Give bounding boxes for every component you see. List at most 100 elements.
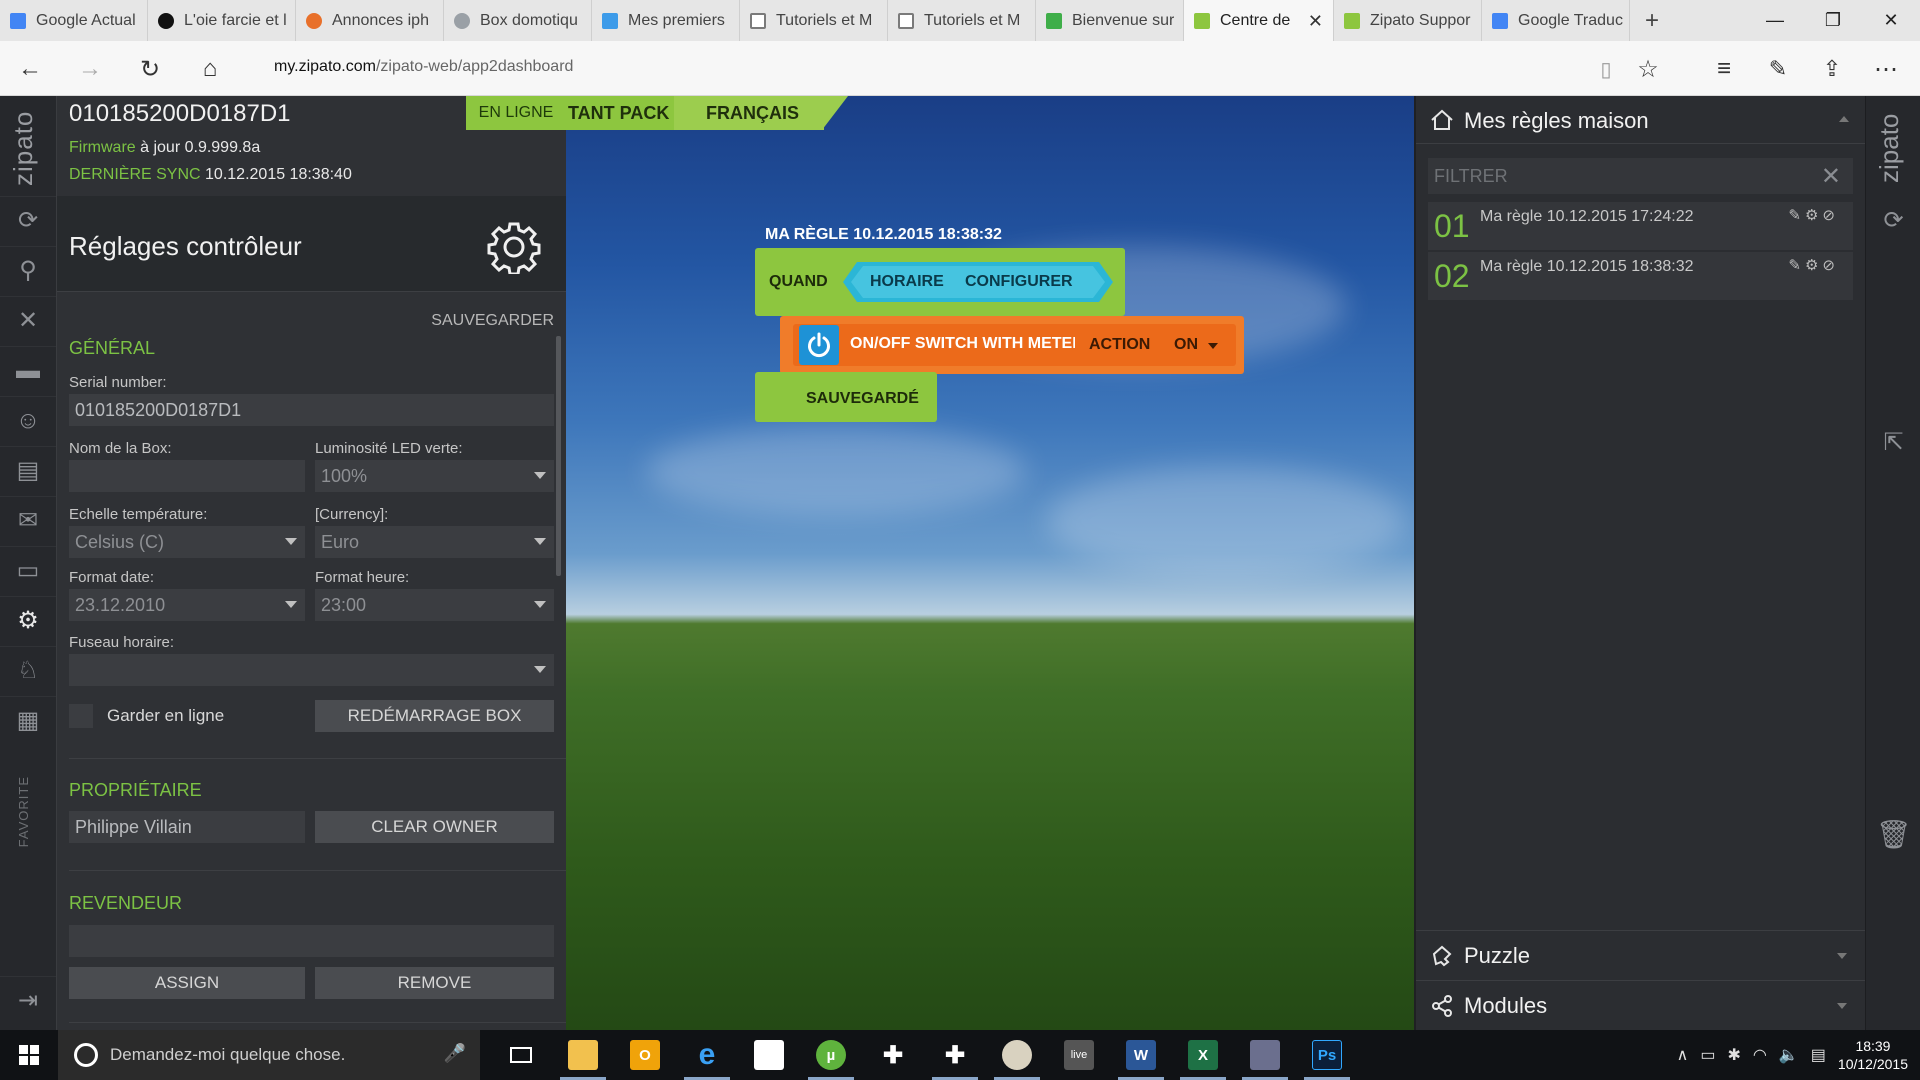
- browser-tab[interactable]: Mes premiers: [592, 0, 740, 41]
- live-icon[interactable]: live: [1048, 1030, 1110, 1080]
- logout-icon[interactable]: ⇥: [0, 976, 56, 1024]
- action-state-select[interactable]: ON: [1174, 336, 1198, 354]
- timezone-select[interactable]: [69, 654, 554, 686]
- led-brightness-select[interactable]: 100%: [315, 460, 554, 492]
- app-icon[interactable]: [1234, 1030, 1296, 1080]
- reading-view-icon[interactable]: ▯: [1588, 51, 1624, 87]
- browser-tab[interactable]: Annonces iph: [296, 0, 444, 41]
- file-explorer-icon[interactable]: [552, 1030, 614, 1080]
- back-icon[interactable]: ←: [12, 51, 48, 87]
- browser-tab[interactable]: Google Actual: [0, 0, 148, 41]
- photoshop-icon[interactable]: Ps: [1296, 1030, 1358, 1080]
- reboot-box-button[interactable]: REDÉMARRAGE BOX: [315, 700, 554, 732]
- battery-icon[interactable]: ▭: [1700, 1045, 1715, 1065]
- clear-owner-button[interactable]: CLEAR OWNER: [315, 811, 554, 843]
- paint-icon[interactable]: [986, 1030, 1048, 1080]
- modules-section[interactable]: Modules: [1416, 980, 1867, 1030]
- clock[interactable]: 18:39 10/12/2015: [1838, 1037, 1908, 1073]
- close-tab-icon[interactable]: ✕: [1308, 11, 1323, 32]
- edit-icon[interactable]: ✎: [1788, 207, 1805, 224]
- notifications-icon[interactable]: ▤: [1811, 1045, 1826, 1065]
- owner-name-field[interactable]: Philippe Villain: [69, 811, 305, 843]
- panel-scrollbar[interactable]: [556, 336, 561, 576]
- date-format-select[interactable]: 23.12.2010: [69, 589, 305, 621]
- store-icon[interactable]: [738, 1030, 800, 1080]
- calendar-icon[interactable]: ▦: [0, 696, 56, 744]
- folder-icon[interactable]: ▭: [0, 546, 56, 594]
- new-tab-button[interactable]: +: [1630, 0, 1674, 41]
- rule-editor-canvas[interactable]: TANT PACK FRANÇAIS MA RÈGLE 10.12.2015 1…: [566, 96, 1414, 1030]
- refresh-icon[interactable]: ↻: [132, 51, 168, 87]
- trash-icon[interactable]: 🗑: [1866, 810, 1920, 858]
- utorrent-icon[interactable]: µ: [800, 1030, 862, 1080]
- configure-label[interactable]: CONFIGURER: [965, 273, 1073, 291]
- browser-tab[interactable]: L'oie farcie et l: [148, 0, 296, 41]
- sync-icon[interactable]: ⟳: [1866, 196, 1920, 244]
- time-format-select[interactable]: 23:00: [315, 589, 554, 621]
- outlook-icon[interactable]: O: [614, 1030, 676, 1080]
- collapse-icon[interactable]: [1839, 116, 1849, 122]
- start-button[interactable]: [0, 1030, 58, 1080]
- app-plus-icon[interactable]: ✚: [924, 1030, 986, 1080]
- tab-language[interactable]: FRANÇAIS: [674, 96, 824, 130]
- cortana-search[interactable]: Demandez-moi quelque chose. 🎤: [58, 1030, 480, 1080]
- settings-icon[interactable]: ⚙: [0, 596, 56, 644]
- settings-icon[interactable]: ⚙: [1805, 257, 1822, 274]
- reseller-field[interactable]: [69, 925, 554, 957]
- tab-pack[interactable]: TANT PACK: [566, 96, 674, 130]
- keep-online-checkbox[interactable]: [69, 704, 93, 728]
- browser-tab[interactable]: Tutoriels et M: [888, 0, 1036, 41]
- share-icon[interactable]: ⇪: [1814, 51, 1850, 87]
- rules-panel-header[interactable]: Mes règles maison: [1416, 96, 1867, 144]
- browser-tab[interactable]: Tutoriels et M: [740, 0, 888, 41]
- close-window-icon[interactable]: ✕: [1862, 0, 1920, 41]
- browser-tab-active[interactable]: Centre de ✕: [1184, 0, 1334, 41]
- app-plus-icon[interactable]: ✚: [862, 1030, 924, 1080]
- settings-icon[interactable]: ⚙: [1805, 207, 1822, 224]
- search-icon[interactable]: ⚲: [0, 246, 56, 294]
- disable-icon[interactable]: ⊘: [1822, 257, 1839, 274]
- favorite-star-icon[interactable]: ☆: [1630, 51, 1666, 87]
- forward-icon[interactable]: →: [72, 51, 108, 87]
- tools-icon[interactable]: ✕: [0, 296, 56, 344]
- maximize-icon[interactable]: ❐: [1804, 0, 1862, 41]
- minimize-icon[interactable]: —: [1746, 0, 1804, 41]
- favorite-label[interactable]: FAVORITE: [16, 776, 31, 847]
- show-hidden-icons[interactable]: ∧: [1677, 1045, 1689, 1065]
- edge-icon[interactable]: e: [676, 1030, 738, 1080]
- sync-icon[interactable]: ⟳: [0, 196, 56, 244]
- web-note-icon[interactable]: ✎: [1760, 51, 1796, 87]
- browser-tab[interactable]: Zipato Suppor: [1334, 0, 1482, 41]
- temperature-scale-select[interactable]: Celsius (C): [69, 526, 305, 558]
- microphone-icon[interactable]: 🎤: [444, 1043, 466, 1064]
- home-icon[interactable]: ⌂: [192, 51, 228, 87]
- word-icon[interactable]: W: [1110, 1030, 1172, 1080]
- browser-tab[interactable]: Bienvenue sur: [1036, 0, 1184, 41]
- schedule-label[interactable]: HORAIRE: [870, 273, 944, 291]
- puzzle-section[interactable]: Puzzle: [1416, 930, 1867, 980]
- users-icon[interactable]: ☺: [0, 396, 56, 444]
- scenes-icon[interactable]: ▬: [0, 346, 56, 394]
- rule-list-item[interactable]: 01 Ma règle 10.12.2015 17:24:22 ✎⚙⊘: [1428, 202, 1853, 250]
- clear-filter-icon[interactable]: ✕: [1821, 162, 1841, 191]
- assign-button[interactable]: ASSIGN: [69, 967, 305, 999]
- disable-icon[interactable]: ⊘: [1822, 207, 1839, 224]
- wifi-icon[interactable]: ◠: [1753, 1045, 1767, 1065]
- browser-tab[interactable]: Box domotiqu: [444, 0, 592, 41]
- rule-list-item[interactable]: 02 Ma règle 10.12.2015 18:38:32 ✎⚙⊘: [1428, 252, 1853, 300]
- url-field[interactable]: my.zipato.com/zipato-web/app2dashboard: [274, 58, 573, 76]
- task-view-icon[interactable]: [490, 1030, 552, 1080]
- gear-icon[interactable]: [487, 220, 541, 274]
- save-settings-link[interactable]: SAUVEGARDER: [431, 312, 554, 330]
- excel-icon[interactable]: X: [1172, 1030, 1234, 1080]
- remove-button[interactable]: REMOVE: [315, 967, 554, 999]
- browser-tab[interactable]: Google Traduc: [1482, 0, 1630, 41]
- serial-number-field[interactable]: 010185200D0187D1: [69, 394, 554, 426]
- volume-icon[interactable]: 🔈: [1779, 1045, 1799, 1065]
- awards-icon[interactable]: ♘: [0, 646, 56, 694]
- bluetooth-icon[interactable]: ✱: [1728, 1045, 1741, 1065]
- box-name-field[interactable]: [69, 460, 305, 492]
- hub-icon[interactable]: ≡: [1706, 51, 1742, 87]
- filter-input[interactable]: FILTRER ✕: [1428, 158, 1853, 194]
- contacts-icon[interactable]: ▤: [0, 446, 56, 494]
